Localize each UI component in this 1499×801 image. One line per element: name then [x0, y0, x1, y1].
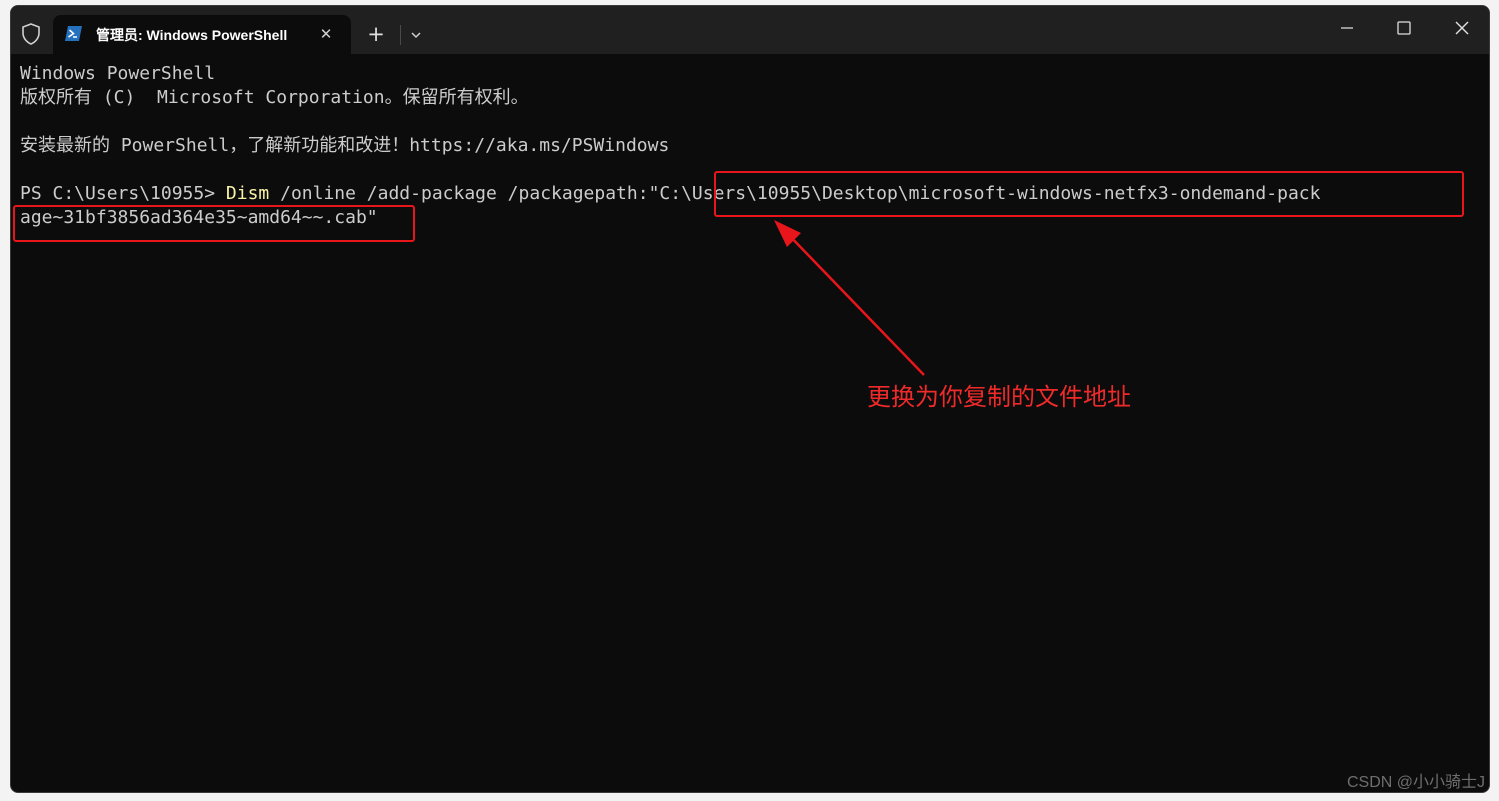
terminal-line-install-hint: 安装最新的 PowerShell，了解新功能和改进！https://aka.ms… — [20, 135, 670, 156]
watermark: CSDN @小小骑士J — [1346, 774, 1485, 791]
close-window-button[interactable] — [1439, 12, 1483, 44]
tab-divider — [400, 25, 401, 45]
highlight-box-path-continued — [13, 205, 415, 242]
prompt: PS C:\Users\10955> — [20, 183, 226, 204]
tab-title: 管理员: Windows PowerShell — [96, 27, 288, 43]
terminal-line-header: Windows PowerShell — [20, 63, 216, 84]
tab-close-button[interactable]: ✕ — [315, 23, 337, 45]
minimize-button[interactable] — [1324, 12, 1368, 44]
command-args: /online /add-package /packagepath: — [269, 183, 649, 204]
title-bar[interactable]: 管理员: Windows PowerShell ✕ + — [11, 6, 1489, 54]
chevron-down-icon[interactable] — [405, 24, 427, 46]
new-tab-button[interactable]: + — [363, 22, 389, 48]
plus-icon: + — [367, 22, 385, 46]
command-name: Dism — [225, 183, 270, 204]
tab-powershell[interactable]: 管理员: Windows PowerShell ✕ — [53, 15, 351, 54]
maximize-button[interactable] — [1381, 12, 1425, 44]
close-icon: ✕ — [319, 25, 333, 43]
highlight-box-path — [714, 171, 1464, 217]
terminal-line-copyright: 版权所有 (C) Microsoft Corporation。保留所有权利。 — [20, 87, 529, 108]
powershell-icon — [65, 26, 82, 41]
annotation-text: 更换为你复制的文件地址 — [867, 383, 1131, 411]
shield-icon — [22, 23, 40, 45]
terminal-window: 管理员: Windows PowerShell ✕ + Windows Powe… — [10, 5, 1490, 793]
